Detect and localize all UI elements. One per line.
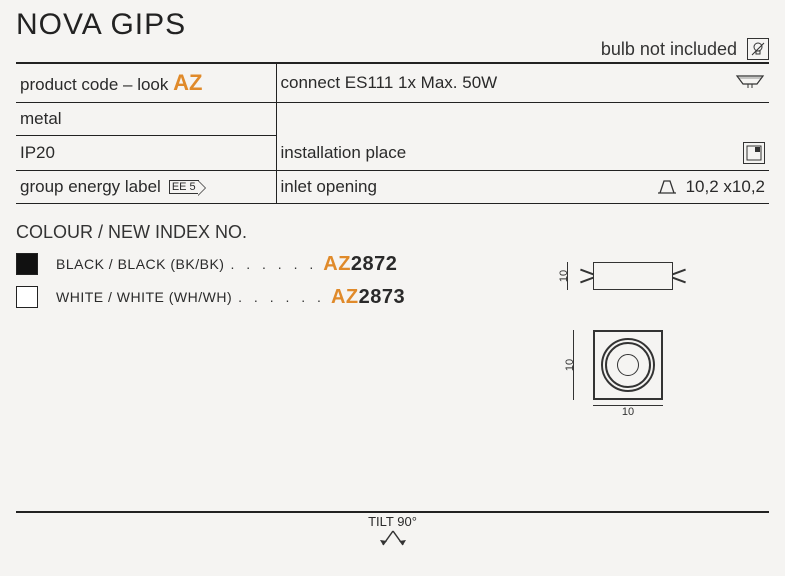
- top-view-diagram: 10 10: [593, 330, 725, 400]
- tilt-arrows-icon: [16, 529, 769, 558]
- dim-side-height: 10: [558, 270, 570, 282]
- colour-name: BLACK / BLACK (BK/BK): [56, 256, 224, 272]
- dots-leader: . . . . . .: [230, 256, 317, 272]
- energy-label: group energy label: [20, 177, 161, 197]
- lamp-socket-icon: [735, 74, 765, 92]
- dots-leader: . . . . . .: [238, 289, 325, 305]
- inlet-label: inlet opening: [281, 177, 377, 197]
- side-view-diagram: 10: [593, 262, 725, 290]
- spec-table: product code – look AZ connect ES111 1x …: [16, 62, 769, 204]
- colour-name: WHITE / WHITE (WH/WH): [56, 289, 232, 305]
- colour-header: COLOUR / NEW INDEX NO.: [16, 222, 769, 243]
- index-prefix: AZ: [331, 286, 359, 308]
- ip-cell: IP20: [16, 136, 276, 171]
- bulb-note-text: bulb not included: [601, 39, 737, 60]
- tilt-row: TILT 90°: [16, 511, 769, 558]
- energy-badge: EE 5: [169, 180, 199, 194]
- inlet-icon: [656, 178, 678, 196]
- dimension-diagrams: 10 10 10: [565, 262, 725, 400]
- product-code-suffix: AZ: [173, 70, 202, 95]
- product-code-label: product code – look: [20, 75, 168, 94]
- index-code: 2872: [351, 253, 398, 275]
- inlet-value: 10,2 x10,2: [686, 177, 765, 197]
- dim-top-height: 10: [564, 359, 576, 371]
- installation-label: installation place: [281, 143, 407, 163]
- tilt-label: TILT 90°: [362, 514, 423, 529]
- dim-top-width: 10: [622, 406, 634, 418]
- index-code: 2873: [359, 286, 406, 308]
- connect-text: connect ES111 1x Max. 50W: [281, 73, 498, 93]
- product-title: NOVA GIPS: [16, 8, 769, 42]
- index-prefix: AZ: [323, 253, 351, 275]
- no-bulb-icon: [747, 38, 769, 60]
- swatch-black: [16, 253, 38, 275]
- swatch-white: [16, 286, 38, 308]
- installation-icon: [743, 142, 765, 164]
- material-cell: metal: [16, 103, 276, 136]
